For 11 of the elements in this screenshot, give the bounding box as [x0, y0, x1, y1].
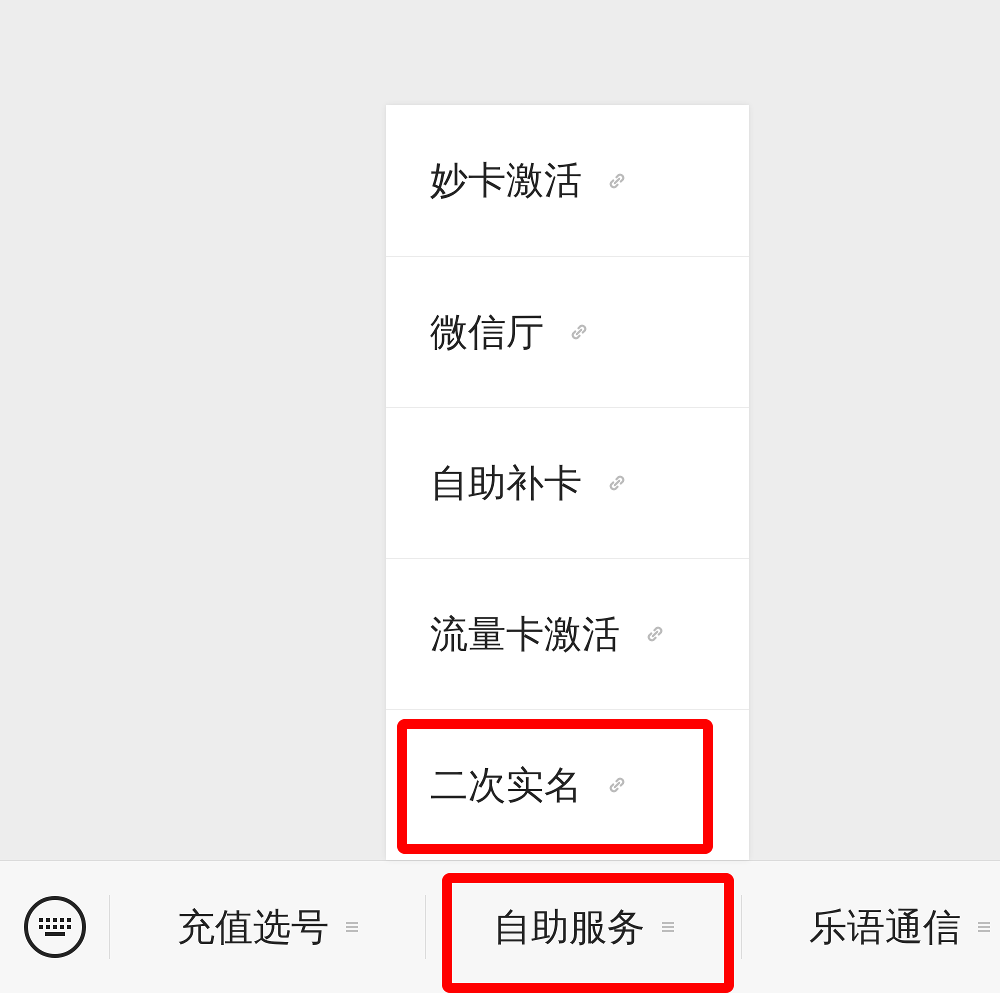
menu-icon	[977, 920, 991, 934]
submenu-item[interactable]: 流量卡激活	[386, 558, 749, 709]
menu-tab[interactable]: 自助服务	[426, 861, 742, 993]
menu-icon	[345, 920, 359, 934]
submenu-item[interactable]: 自助补卡	[386, 407, 749, 558]
submenu-item[interactable]: 妙卡激活	[386, 105, 749, 256]
menu-tab[interactable]: 充值选号	[110, 861, 426, 993]
submenu-item[interactable]: 微信厅	[386, 256, 749, 407]
keyboard-icon[interactable]	[22, 895, 86, 959]
menu-icon	[661, 920, 675, 934]
submenu-item[interactable]: 二次实名	[386, 709, 749, 860]
